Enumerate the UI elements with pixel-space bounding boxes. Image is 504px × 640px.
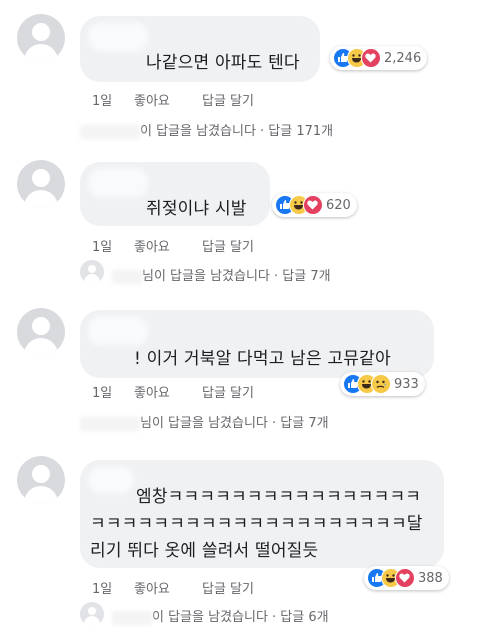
comment-text: 엠창ㅋㅋㅋㅋㅋㅋㅋㅋㅋㅋㅋㅋㅋㅋㅋㅋㅋㅋㅋㅋㅋㅋㅋㅋㅋㅋㅋㅋㅋㅋㅋㅋㅋㅋㅋㅋ달리…	[90, 487, 423, 561]
comment-text: ! 이거 거북알 다먹고 남은 고뮤같아	[134, 349, 391, 369]
timestamp[interactable]: 1일	[92, 382, 112, 401]
avatar[interactable]	[17, 308, 65, 356]
replies-text: 이 답글을 남겼습니다 · 답글 6개	[152, 610, 329, 625]
reaction-summary[interactable]: 2,246	[330, 46, 428, 70]
reply-button[interactable]: 답글 달기	[202, 382, 254, 401]
replies-text: 님이 답글을 남겼습니다 · 답글 7개	[140, 416, 329, 431]
reply-button[interactable]: 답글 달기	[202, 236, 254, 255]
comment-text: 나같으면 아파도 텐다	[146, 53, 300, 73]
avatar[interactable]	[17, 456, 65, 504]
like-button[interactable]: 좋아요	[134, 90, 170, 109]
like-button[interactable]: 좋아요	[134, 578, 170, 597]
replies-text: 님이 답글을 남겼습니다 · 답글 7개	[142, 269, 331, 284]
timestamp[interactable]: 1일	[92, 90, 112, 109]
reply-button[interactable]: 답글 달기	[202, 578, 254, 597]
reaction-count: 388	[418, 570, 443, 586]
timestamp[interactable]: 1일	[92, 578, 112, 597]
love-reaction-icon	[303, 195, 323, 215]
replies-link[interactable]: 님이 답글을 남겼습니다 · 답글 7개	[112, 265, 331, 284]
reaction-count: 933	[394, 376, 419, 392]
avatar[interactable]	[17, 160, 65, 208]
replies-link[interactable]: 님이 답글을 남겼습니다 · 답글 7개	[80, 412, 329, 431]
like-button[interactable]: 좋아요	[134, 236, 170, 255]
reply-avatar[interactable]	[80, 602, 104, 626]
like-button[interactable]: 좋아요	[134, 382, 170, 401]
reaction-count: 620	[326, 197, 351, 213]
comment-bubble[interactable]: ! 이거 거북알 다먹고 남은 고뮤같아	[80, 310, 434, 378]
comment-bubble[interactable]: 나같으면 아파도 텐다	[80, 16, 320, 82]
replies-link[interactable]: 이 답글을 남겼습니다 · 답글 6개	[112, 606, 329, 625]
reply-button[interactable]: 답글 달기	[202, 90, 254, 109]
timestamp[interactable]: 1일	[92, 236, 112, 255]
reaction-count: 2,246	[384, 50, 422, 66]
replies-text: 이 답글을 남겼습니다 · 답글 171개	[140, 124, 334, 139]
reaction-summary[interactable]: 933	[340, 372, 425, 396]
sad-reaction-icon	[371, 374, 391, 394]
comment-bubble[interactable]: 엠창ㅋㅋㅋㅋㅋㅋㅋㅋㅋㅋㅋㅋㅋㅋㅋㅋㅋㅋㅋㅋㅋㅋㅋㅋㅋㅋㅋㅋㅋㅋㅋㅋㅋㅋㅋㅋ달리…	[80, 460, 444, 568]
love-reaction-icon	[395, 568, 415, 588]
love-reaction-icon	[361, 48, 381, 68]
replies-link[interactable]: 이 답글을 남겼습니다 · 답글 171개	[80, 120, 333, 139]
reaction-summary[interactable]: 388	[364, 566, 449, 590]
comment-bubble[interactable]: 쥐젖이냐 시발	[80, 162, 270, 226]
reply-avatar[interactable]	[80, 260, 104, 284]
avatar[interactable]	[17, 14, 65, 62]
comment-text: 쥐젖이냐 시발	[146, 199, 247, 219]
reaction-summary[interactable]: 620	[272, 193, 357, 217]
